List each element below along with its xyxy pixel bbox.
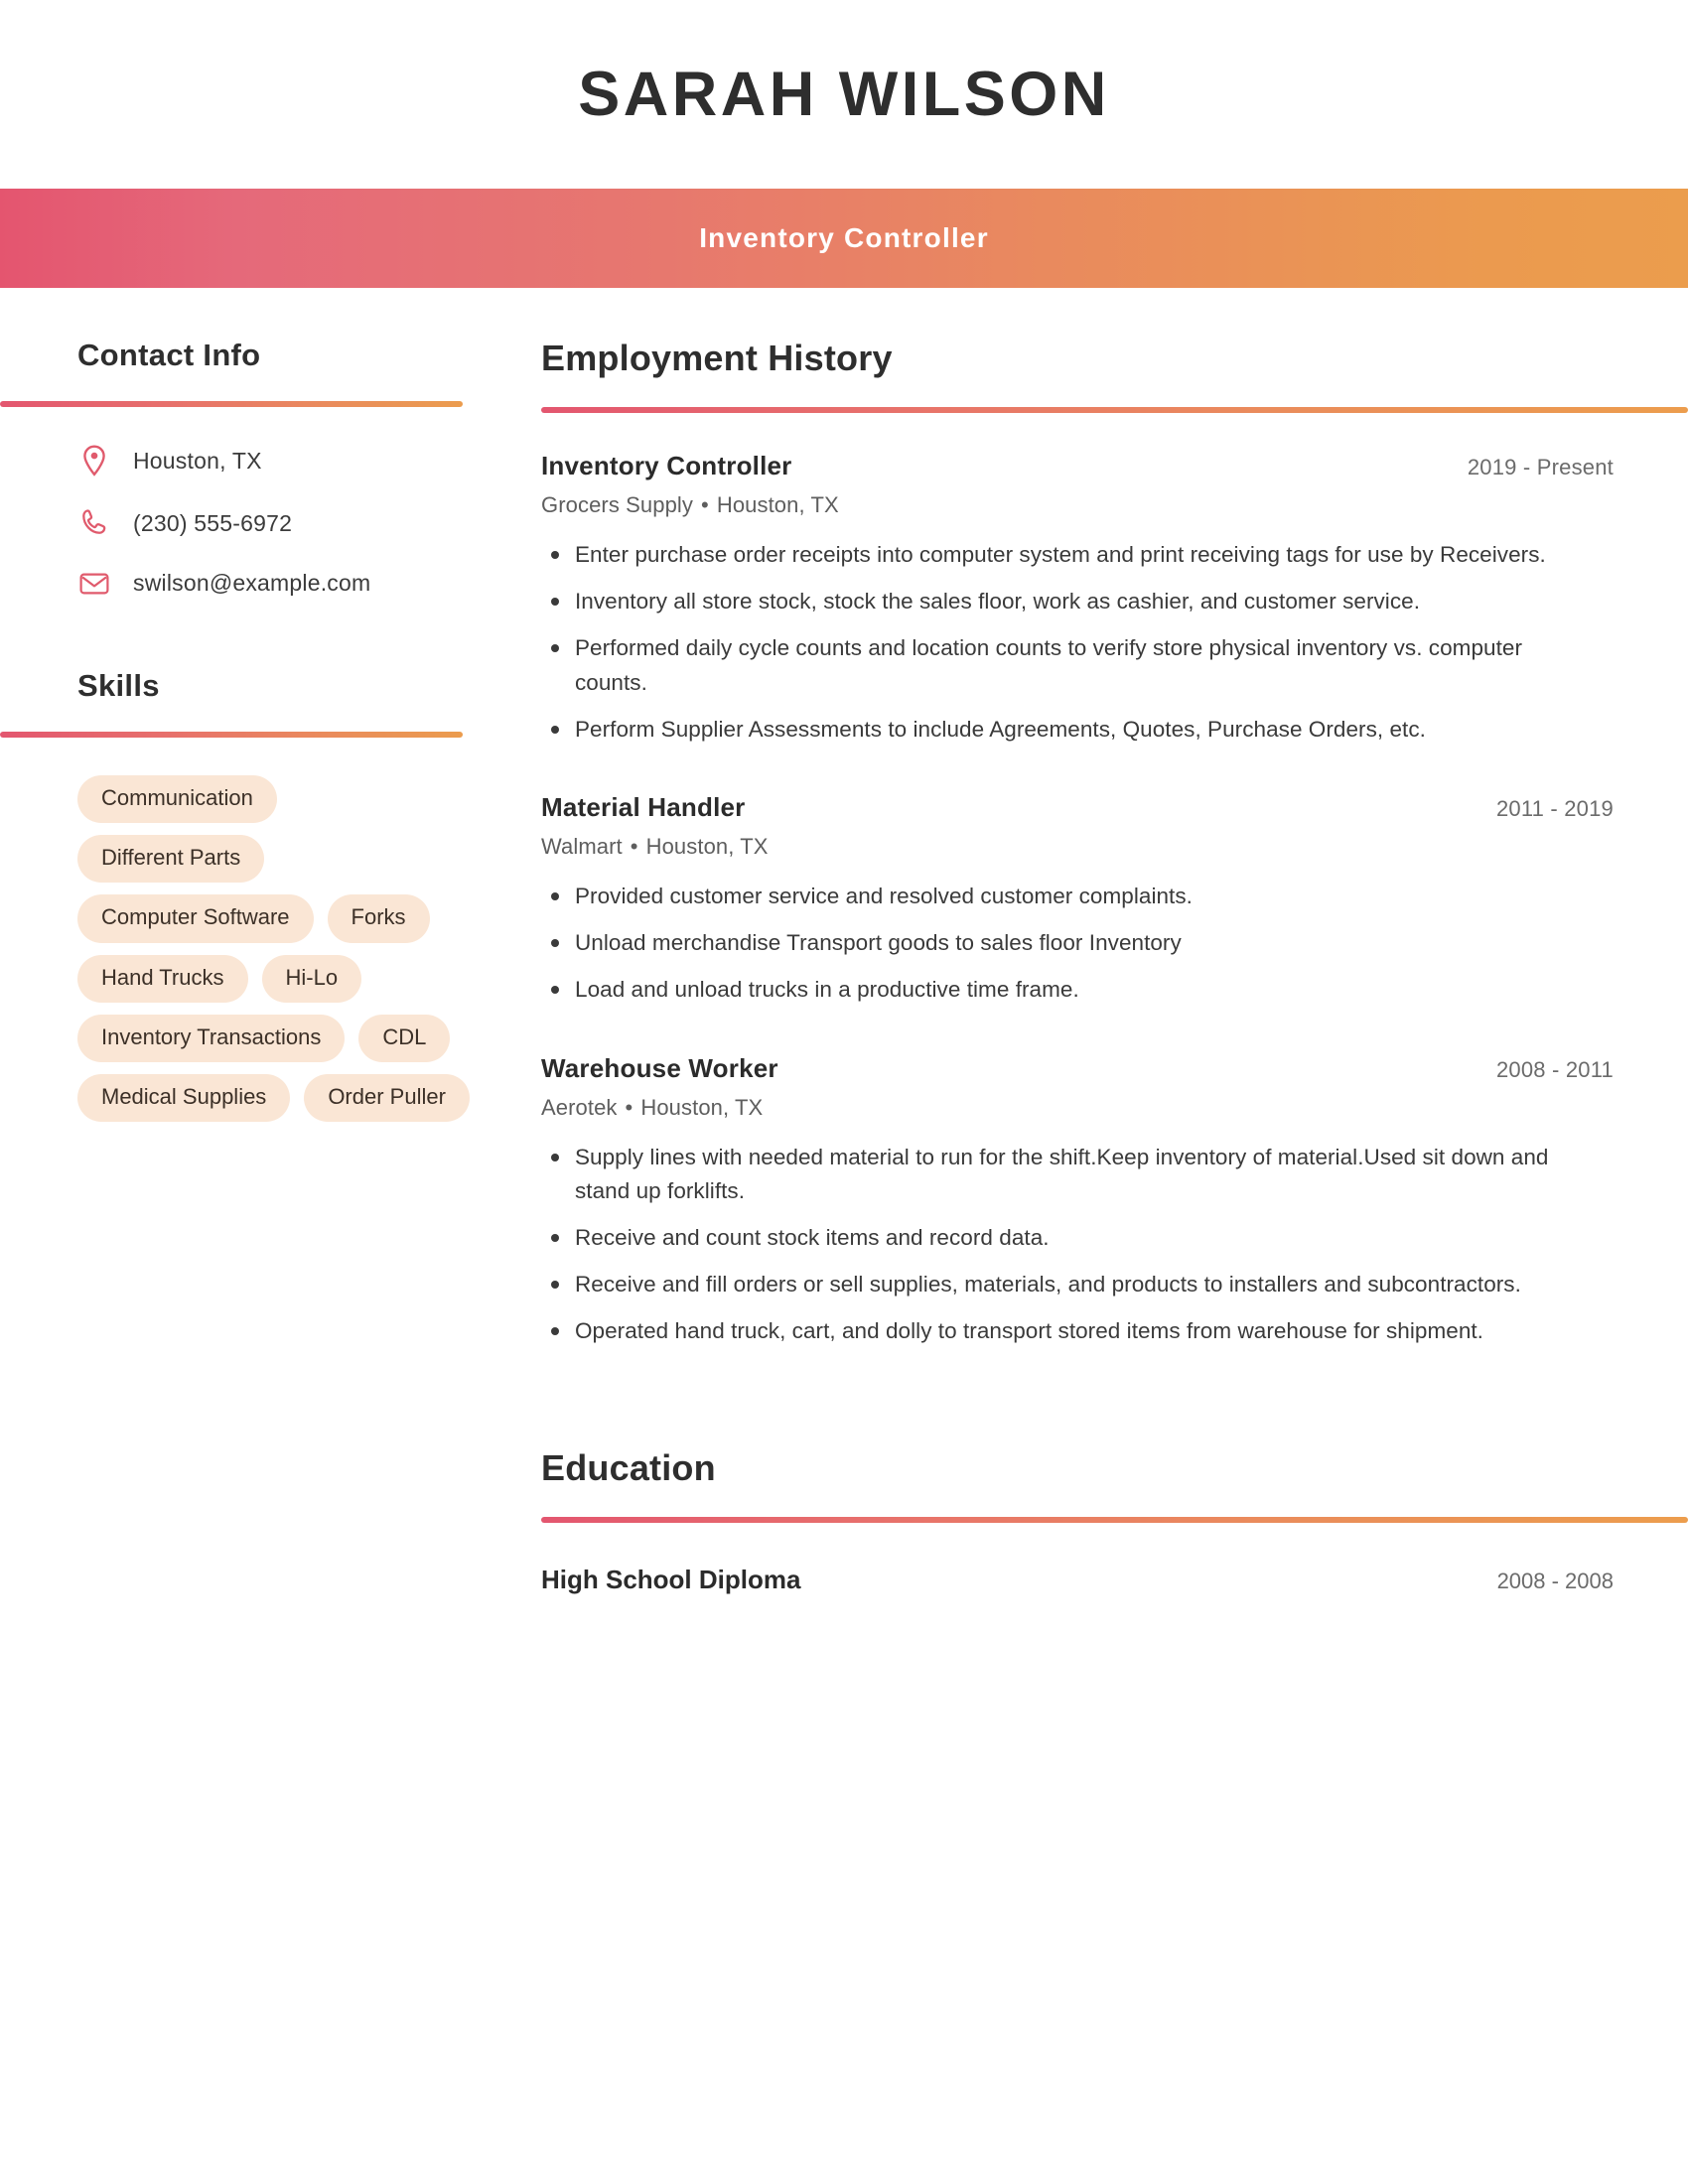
skills-list: Communication Different Parts Computer S… — [77, 775, 475, 1123]
job-role: Material Handler — [541, 791, 746, 822]
job-header: Warehouse Worker 2008 - 2011 — [541, 1053, 1614, 1084]
education-divider — [541, 1517, 1688, 1524]
job-bullet-list: Provided customer service and resolved c… — [541, 880, 1688, 1008]
job-entry: Material Handler 2011 - 2019 Walmart • Hou… — [541, 792, 1688, 1008]
contact-info-section: Contact Info Houston, TX (230) 555-6972 … — [0, 338, 541, 597]
contact-list: Houston, TX (230) 555-6972 swilson@examp… — [77, 445, 541, 597]
envelope-icon — [77, 571, 111, 597]
employment-history-section: Employment History Inventory Controller … — [541, 338, 1688, 1348]
bullet-separator-icon: • — [630, 833, 638, 859]
education-degree: High School Diploma — [541, 1565, 801, 1595]
job-bullet-list: Enter purchase order receipts into compu… — [541, 538, 1688, 747]
contact-info-divider — [0, 401, 463, 407]
job-dates: 2019 - Present — [1467, 455, 1614, 479]
education-entry: High School Diploma 2008 - 2008 — [541, 1565, 1614, 1595]
job-bullet: Supply lines with needed material to run… — [541, 1141, 1582, 1208]
job-entry: Inventory Controller 2019 - Present Groc… — [541, 451, 1688, 747]
contact-item-email: swilson@example.com — [77, 570, 541, 597]
bullet-separator-icon: • — [701, 492, 709, 517]
skills-section: Skills Communication Different Parts Com… — [0, 668, 541, 1123]
resume-header: SARAH WILSON — [0, 0, 1688, 189]
job-company-name: Aerotek — [541, 1094, 618, 1120]
education-heading: Education — [541, 1447, 716, 1489]
contact-location-value: Houston, TX — [133, 447, 262, 474]
job-role: Inventory Controller — [541, 451, 792, 480]
phone-icon — [77, 508, 111, 538]
page-title: SARAH WILSON — [578, 60, 1110, 129]
skills-heading: Skills — [77, 668, 160, 703]
bullet-separator-icon: • — [625, 1094, 633, 1120]
job-bullet: Perform Supplier Assessments to include … — [541, 713, 1582, 747]
job-bullet: Load and unload trucks in a productive t… — [541, 973, 1582, 1007]
skill-pill: Medical Supplies — [77, 1073, 291, 1123]
skill-pill: Computer Software — [77, 894, 314, 943]
job-location: Houston, TX — [645, 833, 769, 859]
job-bullet-list: Supply lines with needed material to run… — [541, 1141, 1688, 1349]
skill-pill: Order Puller — [304, 1073, 470, 1123]
job-location: Houston, TX — [716, 492, 839, 517]
employment-history-divider — [541, 407, 1688, 413]
contact-phone-value: (230) 555-6972 — [133, 509, 293, 536]
education-dates: 2008 - 2008 — [1496, 1569, 1614, 1594]
main-content: Employment History Inventory Controller … — [541, 338, 1688, 1595]
skill-pill: Communication — [77, 775, 277, 824]
job-dates: 2011 - 2019 — [1495, 795, 1614, 821]
job-company-location: Grocers Supply • Houston, TX — [541, 492, 1688, 518]
job-bullet: Performed daily cycle counts and locatio… — [541, 631, 1582, 699]
contact-item-location: Houston, TX — [77, 445, 541, 477]
job-header: Material Handler 2011 - 2019 — [541, 792, 1614, 823]
job-company-location: Aerotek • Houston, TX — [541, 1095, 1688, 1121]
job-bullet: Receive and fill orders or sell supplies… — [541, 1268, 1582, 1301]
job-bullet: Operated hand truck, cart, and dolly to … — [541, 1314, 1582, 1348]
job-bullet: Inventory all store stock, stock the sal… — [541, 585, 1582, 618]
job-company-name: Walmart — [541, 833, 623, 859]
education-section: Education High School Diploma 2008 - 200… — [541, 1447, 1688, 1595]
job-title-band: Inventory Controller — [0, 189, 1688, 288]
skill-pill: Forks — [327, 894, 430, 943]
contact-item-phone: (230) 555-6972 — [77, 508, 541, 538]
location-pin-icon — [77, 445, 111, 477]
job-title-text: Inventory Controller — [699, 222, 989, 253]
job-bullet: Unload merchandise Transport goods to sa… — [541, 926, 1582, 960]
contact-email-value: swilson@example.com — [133, 570, 371, 596]
job-company-location: Walmart • Houston, TX — [541, 834, 1688, 860]
job-company-name: Grocers Supply — [541, 492, 694, 517]
job-bullet: Enter purchase order receipts into compu… — [541, 538, 1582, 572]
skill-pill: Hi-Lo — [261, 954, 362, 1003]
resume-body: Contact Info Houston, TX (230) 555-6972 … — [0, 288, 1688, 1595]
job-bullet: Receive and count stock items and record… — [541, 1221, 1582, 1255]
sidebar: Contact Info Houston, TX (230) 555-6972 … — [0, 338, 541, 1123]
contact-info-heading: Contact Info — [77, 338, 261, 372]
skill-pill: Different Parts — [77, 835, 265, 884]
job-entry: Warehouse Worker 2008 - 2011 Aerotek • Hou… — [541, 1053, 1688, 1349]
skills-divider — [0, 732, 463, 738]
skill-pill: CDL — [358, 1014, 451, 1062]
job-bullet: Provided customer service and resolved c… — [541, 880, 1582, 913]
job-role: Warehouse Worker — [541, 1052, 778, 1083]
job-header: Inventory Controller 2019 - Present — [541, 451, 1614, 481]
job-dates: 2008 - 2011 — [1495, 1056, 1614, 1082]
job-location: Houston, TX — [640, 1094, 764, 1120]
skill-pill: Hand Trucks — [77, 954, 248, 1003]
employment-history-heading: Employment History — [541, 338, 893, 378]
skill-pill: Inventory Transactions — [77, 1014, 346, 1062]
